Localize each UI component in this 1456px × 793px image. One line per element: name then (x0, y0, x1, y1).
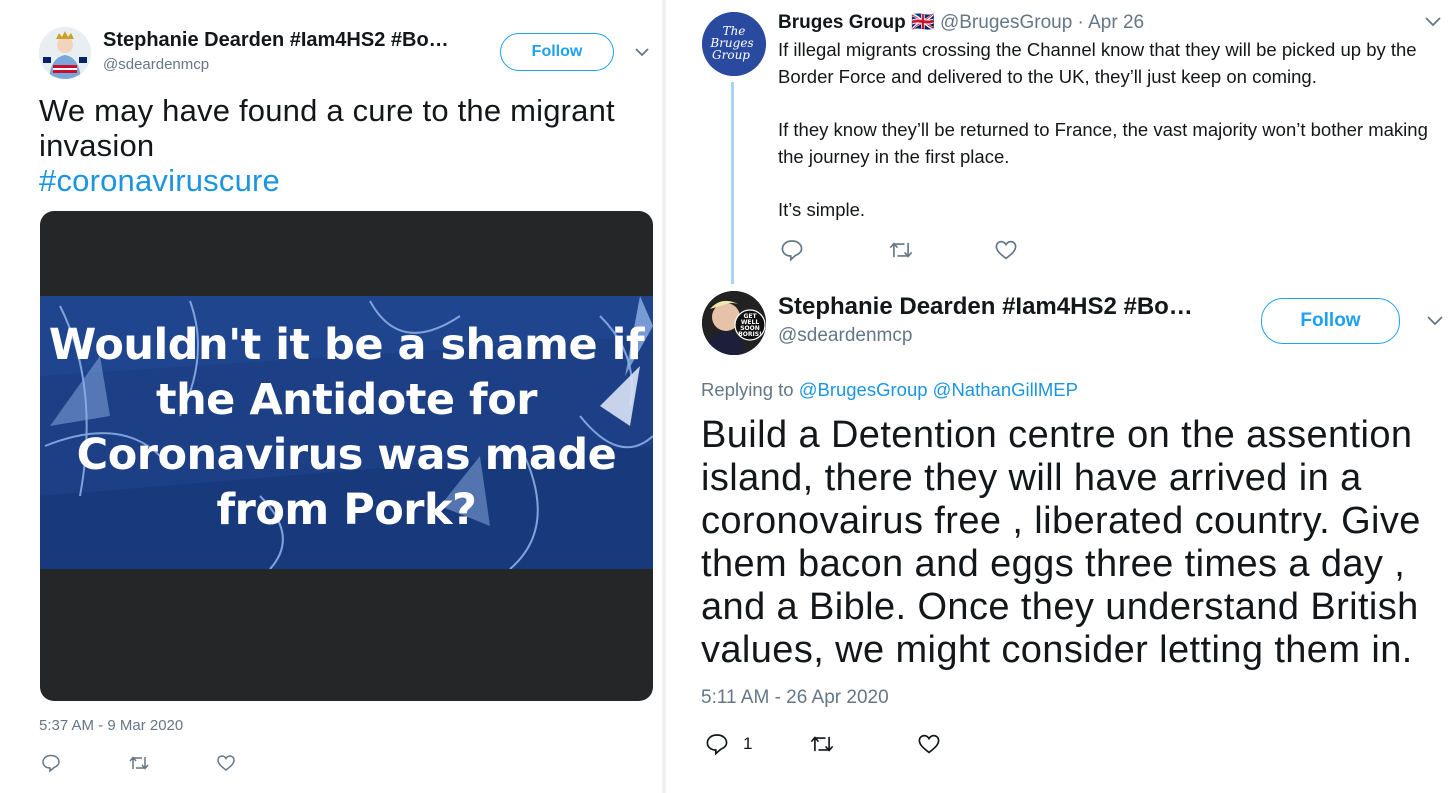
retweet-button[interactable] (128, 753, 150, 773)
chevron-down-icon[interactable] (634, 44, 650, 62)
tweet-text: If illegal migrants crossing the Channel… (778, 36, 1448, 249)
tweet-body: We may have found a cure to the migrant … (39, 93, 615, 163)
chevron-down-icon[interactable] (1424, 14, 1442, 32)
right-thread: The Bruges Group Bruges Group 🇬🇧 @Bruges… (666, 0, 1456, 793)
thread-connector (731, 82, 734, 284)
uk-flag-icon: 🇬🇧 (911, 12, 935, 33)
reply-icon (781, 240, 803, 262)
reply-button[interactable] (41, 753, 61, 773)
tweet-header: Bruges Group 🇬🇧 @BrugesGroup · Apr 26 (778, 10, 1144, 34)
reply-button[interactable] (780, 238, 804, 262)
retweet-icon (129, 756, 149, 770)
follow-button[interactable]: Follow (1261, 298, 1400, 344)
reply-count: 1 (743, 734, 753, 753)
avatar[interactable] (39, 27, 91, 79)
svg-text:Group: Group (712, 48, 750, 62)
svg-text:BORIS!: BORIS! (738, 331, 762, 338)
tweet-paragraph: It’s simple. (778, 199, 866, 220)
avatar-queen-icon (39, 27, 91, 79)
mention-link[interactable]: @NathanGillMEP (933, 379, 1078, 400)
hashtag-link[interactable]: #coronaviruscure (39, 163, 280, 198)
timestamp[interactable]: 5:37 AM - 9 Mar 2020 (39, 717, 183, 734)
meme-caption: Wouldn't it be a shame if the Antidote f… (48, 320, 645, 535)
timestamp[interactable]: 5:11 AM - 26 Apr 2020 (701, 687, 889, 709)
chevron-down-icon[interactable] (1426, 313, 1444, 331)
like-button[interactable] (917, 732, 941, 756)
tweet-date[interactable]: · Apr 26 (1078, 12, 1145, 33)
retweet-icon (810, 736, 834, 752)
like-button[interactable] (994, 238, 1018, 262)
meme-image: Wouldn't it be a shame if the Antidote f… (40, 296, 653, 569)
left-tweet: Stephanie Dearden #Iam4HS2 #Bo… @sdearde… (0, 0, 662, 793)
reply-button[interactable]: 1 (705, 732, 752, 756)
tweet-text: Build a Detention centre on the assentio… (701, 414, 1421, 671)
mention-link[interactable]: @BrugesGroup (799, 379, 928, 400)
display-name[interactable]: Bruges Group (778, 12, 906, 33)
replying-to: Replying to @BrugesGroup @NathanGillMEP (701, 379, 1078, 401)
retweet-button[interactable] (888, 238, 914, 262)
tweet-image[interactable]: Wouldn't it be a shame if the Antidote f… (40, 211, 653, 701)
display-name[interactable]: Stephanie Dearden #Iam4HS2 #Bo… (103, 29, 449, 52)
tweet-text: We may have found a cure to the migrant … (39, 93, 639, 198)
tweet-paragraph: If they know they’ll be returned to Fran… (778, 119, 1428, 167)
handle[interactable]: @sdeardenmcp (778, 325, 912, 347)
tweet-paragraph: If illegal migrants crossing the Channel… (778, 39, 1417, 87)
like-button[interactable] (216, 753, 236, 773)
avatar-get-well-boris-icon: GET WELL SOON BORIS! (702, 291, 766, 355)
display-name[interactable]: Stephanie Dearden #Iam4HS2 #Bo… (778, 293, 1193, 321)
handle[interactable]: @sdeardenmcp (103, 56, 209, 73)
heart-icon (995, 240, 1017, 260)
heart-icon (217, 755, 235, 771)
handle[interactable]: @BrugesGroup (940, 12, 1072, 33)
retweet-button[interactable] (809, 732, 835, 756)
replying-to-label: Replying to (701, 379, 794, 400)
avatar[interactable]: The Bruges Group (702, 12, 766, 76)
reply-icon (706, 734, 728, 756)
reply-icon (42, 754, 60, 773)
bruges-group-logo-icon: The Bruges Group (702, 12, 766, 76)
heart-icon (918, 734, 940, 754)
avatar[interactable]: GET WELL SOON BORIS! (702, 291, 766, 355)
retweet-icon (889, 242, 913, 258)
follow-button[interactable]: Follow (500, 33, 614, 71)
